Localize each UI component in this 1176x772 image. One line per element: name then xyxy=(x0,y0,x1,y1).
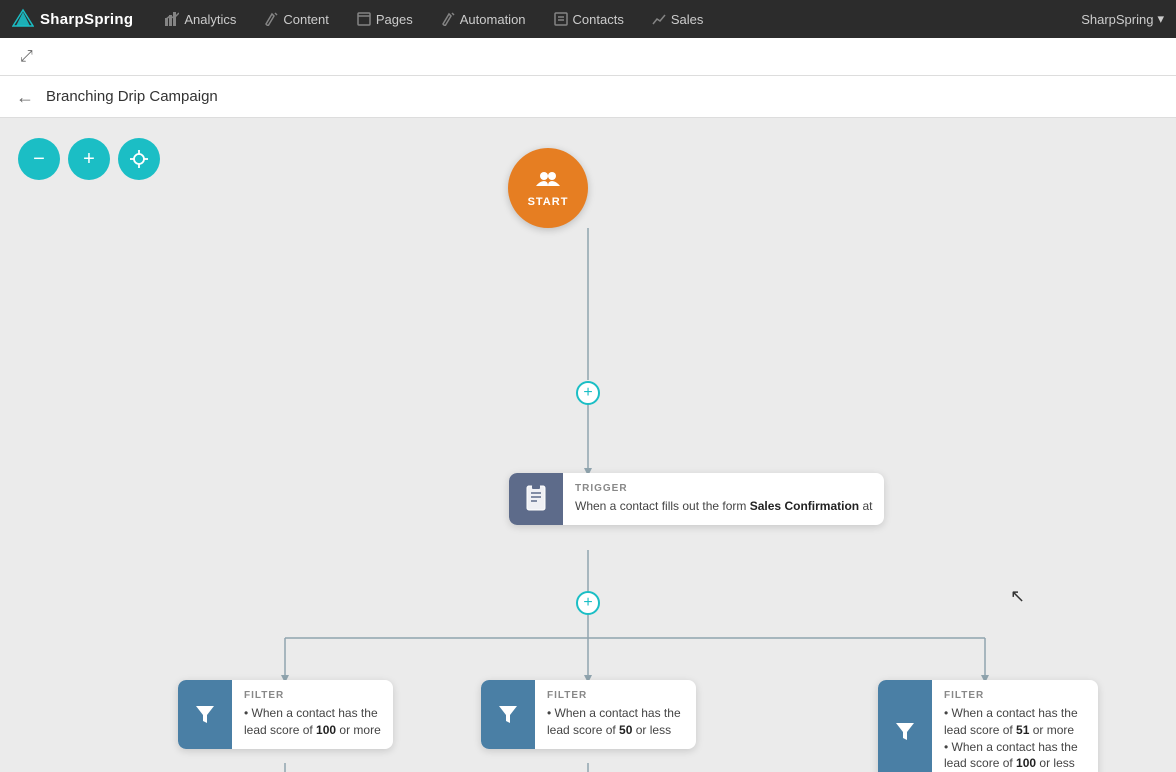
filter1-description: • When a contact has the lead score of 1… xyxy=(244,705,381,739)
logo[interactable]: SharpSpring xyxy=(12,8,133,30)
nav-analytics[interactable]: Analytics xyxy=(153,0,248,38)
cursor: ↖ xyxy=(1010,586,1025,607)
trigger-content: TRIGGER When a contact fills out the for… xyxy=(563,473,884,525)
nav-sales[interactable]: Sales xyxy=(640,0,716,38)
zoom-fit-button[interactable] xyxy=(118,138,160,180)
filter3-description: • When a contact has the lead score of 5… xyxy=(944,705,1086,772)
filter1-type-label: FILTER xyxy=(244,690,381,701)
page-title: Branching Drip Campaign xyxy=(46,88,218,105)
flow-canvas: − + xyxy=(0,118,1176,772)
trigger-node[interactable]: TRIGGER When a contact fills out the for… xyxy=(509,473,884,525)
start-icon xyxy=(535,168,561,194)
flow-lines xyxy=(0,118,1176,772)
trigger-description: When a contact fills out the form Sales … xyxy=(575,498,872,515)
add-button-1[interactable]: + xyxy=(576,381,600,405)
trigger-type-label: TRIGGER xyxy=(575,483,872,494)
filter1-content: FILTER • When a contact has the lead sco… xyxy=(232,680,393,749)
start-label: START xyxy=(528,196,569,208)
filter3-content: FILTER • When a contact has the lead sco… xyxy=(932,680,1098,772)
nav-automation[interactable]: Automation xyxy=(429,0,538,38)
filter1-icon-area xyxy=(178,680,232,749)
expand-button[interactable]: ⤢ xyxy=(12,44,41,70)
nav-contacts[interactable]: Contacts xyxy=(542,0,636,38)
filter-node-2[interactable]: FILTER • When a contact has the lead sco… xyxy=(481,680,696,749)
toolbar: ⤢ xyxy=(0,38,1176,76)
nav-content[interactable]: Content xyxy=(252,0,341,38)
zoom-in-button[interactable]: + xyxy=(68,138,110,180)
filter-node-3[interactable]: FILTER • When a contact has the lead sco… xyxy=(878,680,1098,772)
logo-text: SharpSpring xyxy=(40,11,133,28)
filter2-content: FILTER • When a contact has the lead sco… xyxy=(535,680,696,749)
nav-pages[interactable]: Pages xyxy=(345,0,425,38)
zoom-controls: − + xyxy=(18,138,160,180)
back-button[interactable]: ← xyxy=(16,88,34,106)
filter2-icon-area xyxy=(481,680,535,749)
top-navigation: SharpSpring Analytics Content Pages Auto… xyxy=(0,0,1176,38)
trigger-icon-area xyxy=(509,473,563,525)
filter-node-1[interactable]: FILTER • When a contact has the lead sco… xyxy=(178,680,393,749)
filter3-type-label: FILTER xyxy=(944,690,1086,701)
zoom-out-button[interactable]: − xyxy=(18,138,60,180)
start-node[interactable]: START xyxy=(508,148,588,228)
filter2-description: • When a contact has the lead score of 5… xyxy=(547,705,684,739)
account-menu[interactable]: SharpSpring ▾ xyxy=(1081,11,1164,27)
add-button-2[interactable]: + xyxy=(576,591,600,615)
subheader: ← Branching Drip Campaign xyxy=(0,76,1176,118)
filter2-type-label: FILTER xyxy=(547,690,684,701)
filter3-icon-area xyxy=(878,680,932,772)
